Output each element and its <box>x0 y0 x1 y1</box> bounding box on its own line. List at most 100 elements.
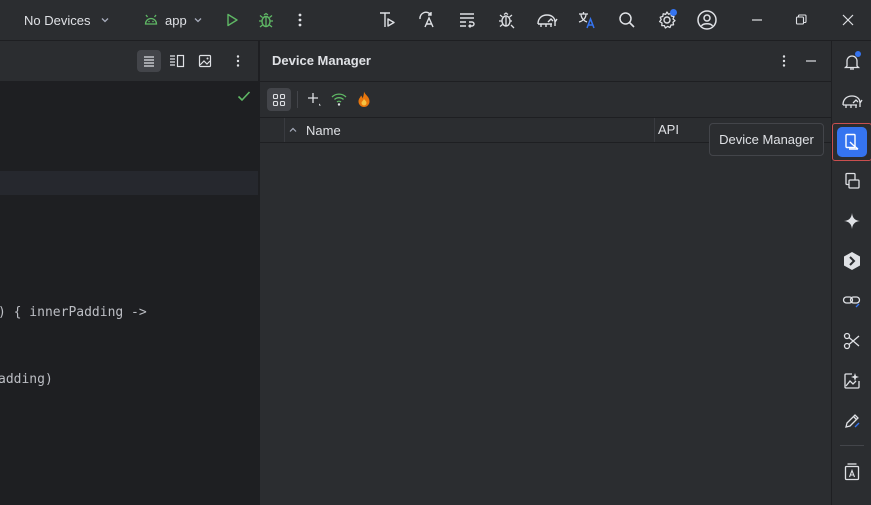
firebase-test-lab-button[interactable] <box>354 89 374 109</box>
pencil-icon <box>845 414 860 428</box>
title-bar: No Devices app <box>0 0 871 41</box>
more-actions-button[interactable] <box>290 10 310 30</box>
more-vertical-icon <box>782 55 786 67</box>
right-tool-strip <box>831 41 871 505</box>
add-device-button[interactable] <box>304 89 324 109</box>
bug-attach-icon <box>499 12 515 29</box>
minimize-icon <box>806 60 816 62</box>
debug-button[interactable] <box>256 10 276 30</box>
gemini-button[interactable] <box>841 210 863 232</box>
list-wrap-icon <box>460 13 475 28</box>
no-problems-check-icon[interactable] <box>236 88 252 104</box>
commit-button[interactable] <box>841 410 863 432</box>
split-view-button[interactable] <box>165 50 189 72</box>
notification-dot <box>670 9 677 16</box>
restore-button[interactable] <box>791 10 811 30</box>
name-column-header[interactable]: Name <box>288 118 341 142</box>
play-icon <box>227 13 238 27</box>
grid-icon <box>272 93 286 106</box>
device-selector[interactable]: No Devices <box>24 10 110 30</box>
layout-inspector-button[interactable] <box>841 370 863 392</box>
attach-debugger-button[interactable] <box>496 9 518 31</box>
notification-dot <box>855 51 861 57</box>
close-icon <box>842 14 854 26</box>
group-by-button[interactable] <box>267 88 291 111</box>
plus-icon <box>308 93 321 106</box>
scissors-icon <box>843 332 860 350</box>
chevron-down-icon <box>194 18 202 23</box>
editor-toolbar <box>0 41 258 82</box>
assets-button[interactable] <box>841 461 863 483</box>
gradle-button[interactable] <box>841 90 863 112</box>
studio-bot-button[interactable] <box>841 250 863 272</box>
column-divider <box>284 118 285 142</box>
search-icon <box>619 12 635 28</box>
app-inspection-button[interactable] <box>536 9 558 31</box>
hexagon-logo-icon <box>844 252 860 270</box>
android-icon <box>144 14 158 25</box>
resource-manager-button[interactable] <box>841 330 863 352</box>
close-button[interactable] <box>838 10 858 30</box>
current-line-highlight <box>0 171 258 195</box>
running-devices-button[interactable] <box>841 170 863 192</box>
running-devices-icon <box>845 172 860 189</box>
split-view-icon <box>170 54 185 68</box>
minimize-icon <box>752 19 762 21</box>
sparkle-icon <box>844 213 860 229</box>
toolbar-divider <box>297 91 298 108</box>
logcat-button[interactable] <box>456 9 478 31</box>
image-icon <box>198 54 212 68</box>
account-icon <box>697 10 717 30</box>
more-vertical-icon <box>298 13 302 27</box>
minimize-button[interactable] <box>747 10 767 30</box>
run-config-label: app <box>165 12 187 28</box>
text-frame-icon <box>844 463 860 481</box>
code-line[interactable]: ) { innerPadding -> <box>0 305 147 320</box>
notifications-button[interactable] <box>841 51 863 73</box>
settings-button[interactable] <box>656 9 678 31</box>
panel-options-button[interactable] <box>776 51 792 71</box>
search-button[interactable] <box>616 9 638 31</box>
image-inspect-icon <box>844 373 860 389</box>
more-vertical-icon <box>236 55 240 67</box>
lines-icon <box>144 56 154 67</box>
language-icon <box>578 12 595 29</box>
pair-wifi-button[interactable] <box>329 89 349 109</box>
device-manager-header: Device Manager <box>260 41 832 81</box>
sort-ascending-icon <box>289 127 297 132</box>
hide-panel-button[interactable] <box>801 51 821 71</box>
device-manager-panel: Device Manager Name API <box>259 41 832 505</box>
device-manager-icon <box>845 133 859 150</box>
panel-title: Device Manager <box>272 53 371 68</box>
run-button[interactable] <box>222 10 242 30</box>
design-view-button[interactable] <box>193 50 217 72</box>
device-manager-toolbar <box>260 81 832 117</box>
profiler-icon <box>380 12 395 27</box>
account-button[interactable] <box>695 8 719 32</box>
profiler-button[interactable] <box>376 9 398 31</box>
column-divider <box>654 118 655 142</box>
link-icon <box>842 296 861 308</box>
name-column-label: Name <box>306 122 341 138</box>
app-links-button[interactable] <box>841 290 863 312</box>
elephant-icon <box>537 14 558 27</box>
translate-icon <box>419 11 434 28</box>
translate-button[interactable] <box>416 9 438 31</box>
code-view-button[interactable] <box>137 50 161 72</box>
strip-divider <box>840 445 864 446</box>
restore-icon <box>795 14 807 25</box>
device-manager-button[interactable] <box>837 127 867 157</box>
bug-icon <box>259 12 273 28</box>
tooltip: Device Manager <box>709 123 824 156</box>
flame-icon <box>358 91 370 107</box>
code-line[interactable]: adding) <box>0 372 53 387</box>
run-config-selector[interactable]: app <box>143 10 203 30</box>
wifi-icon <box>331 93 347 106</box>
elephant-icon <box>842 95 863 108</box>
language-button[interactable] <box>576 9 598 31</box>
chevron-down-icon <box>102 18 109 23</box>
editor-more-button[interactable] <box>230 50 246 72</box>
device-selector-label: No Devices <box>24 12 91 28</box>
api-column-header[interactable]: API <box>658 122 679 137</box>
editor-panel: ) { innerPadding -> adding) <box>0 41 258 505</box>
